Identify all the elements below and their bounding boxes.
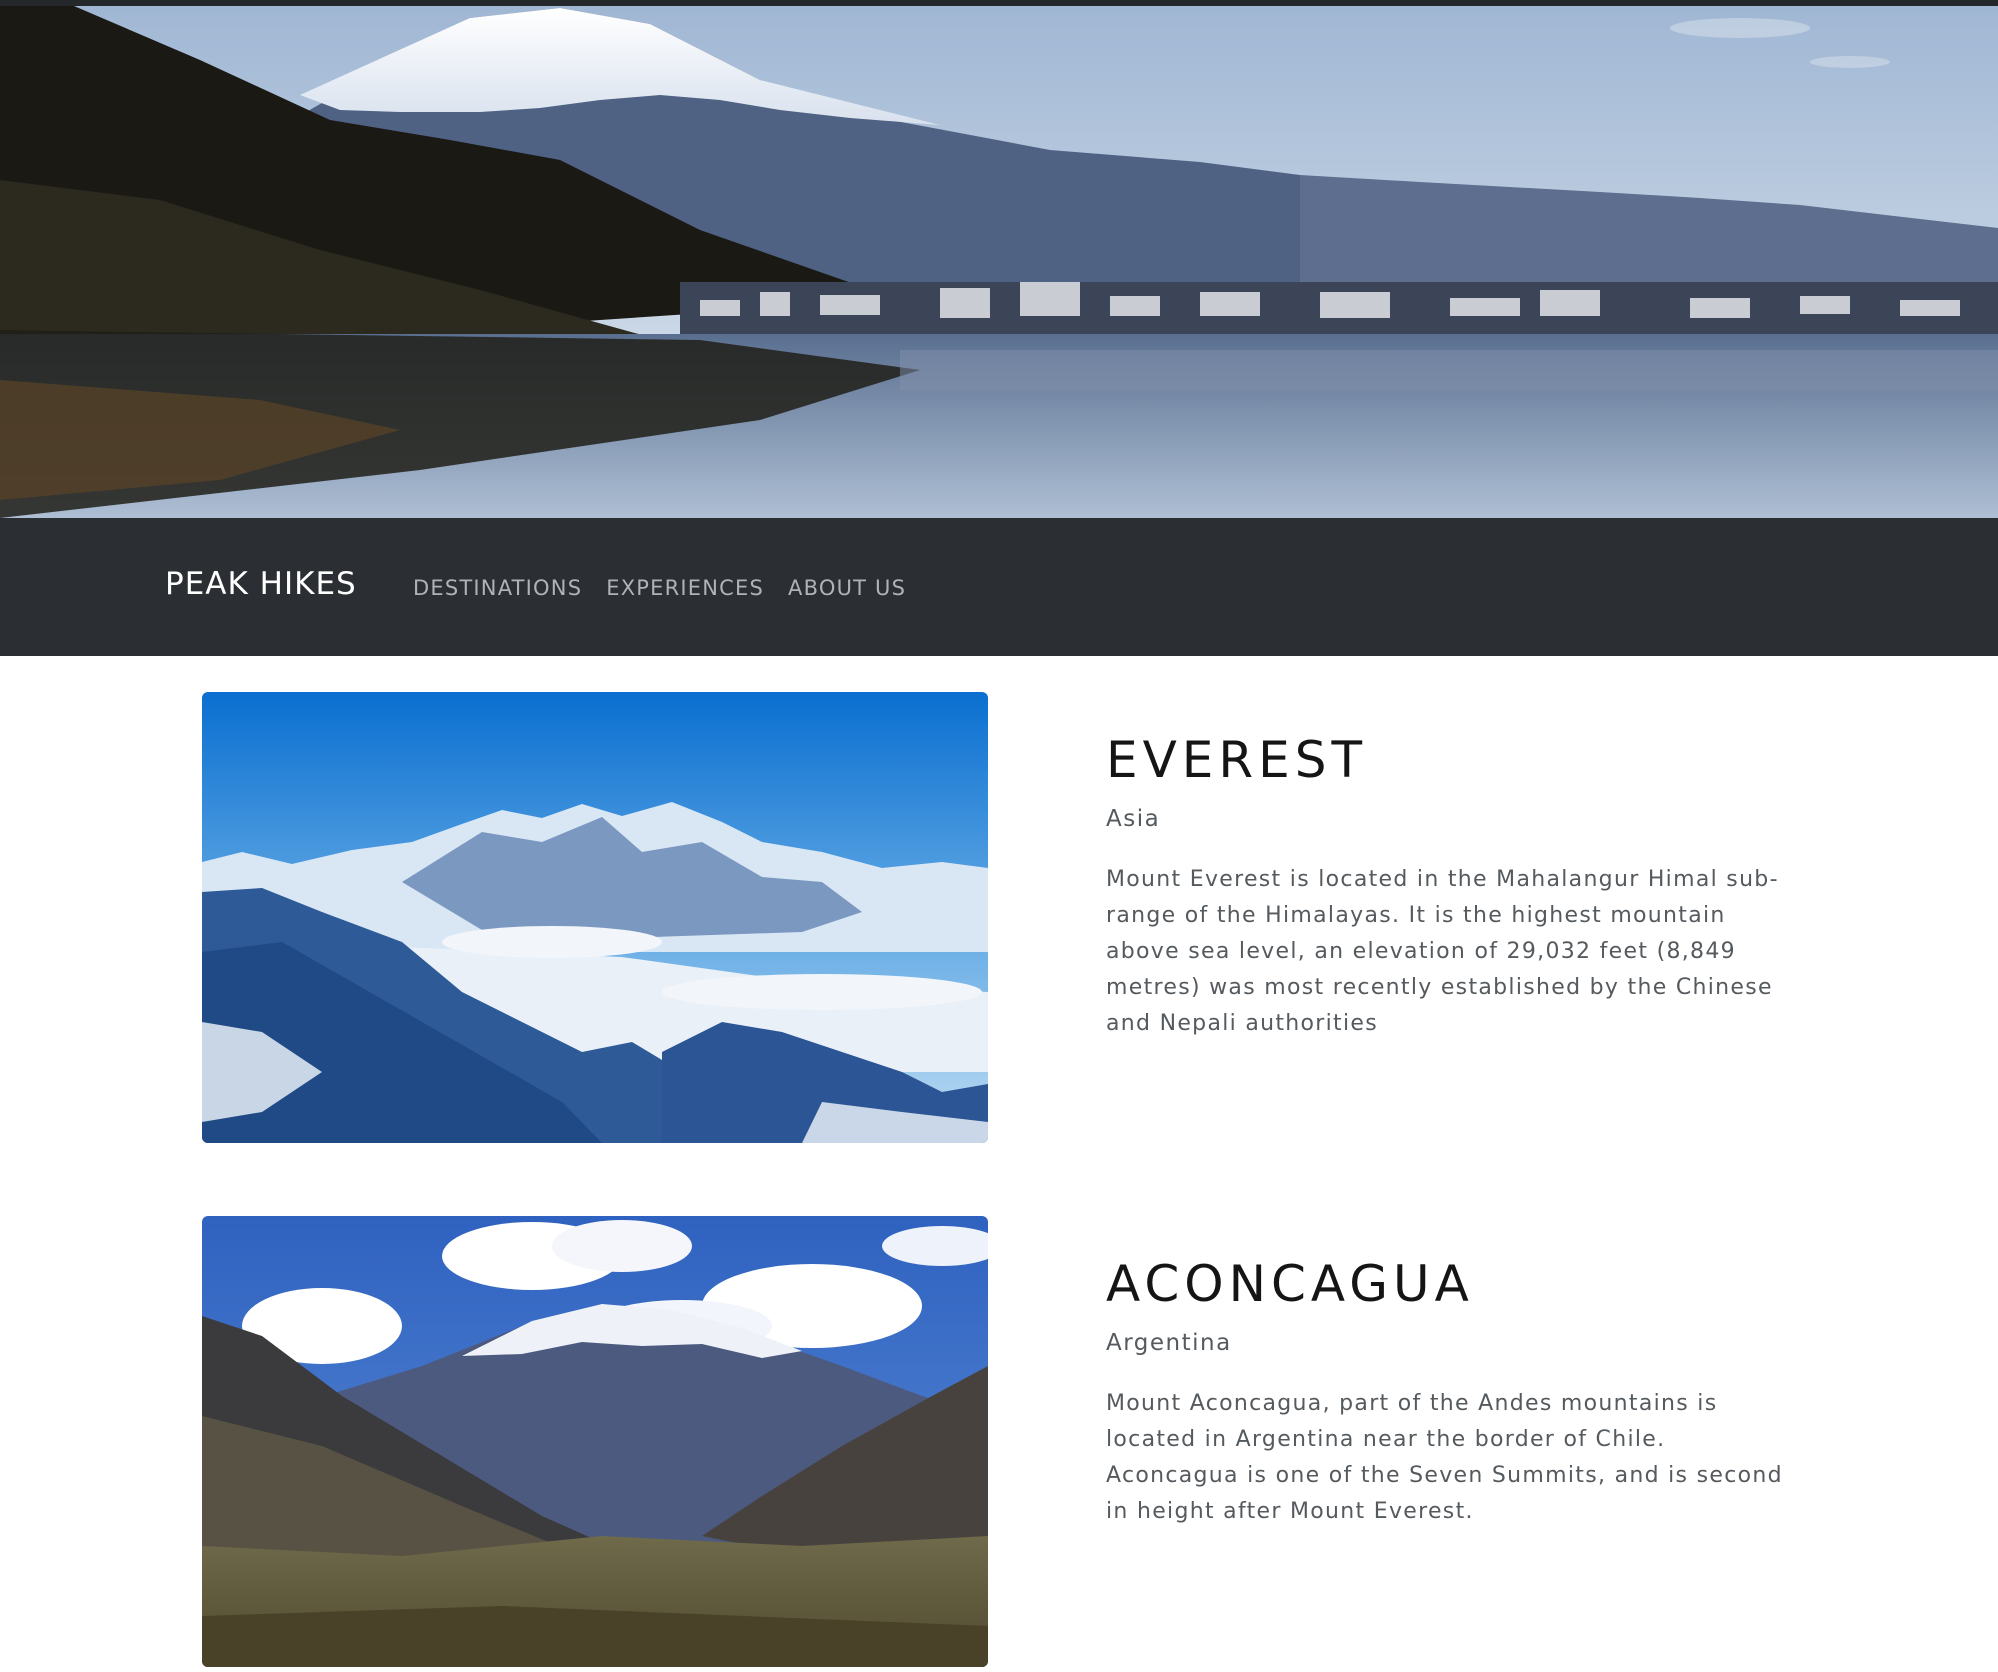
everest-text: EVEREST Asia Mount Everest is located in… [1106,730,1806,1042]
nav-links: DESTINATIONS EXPERIENCES ABOUT US [413,574,906,602]
navbar: PEAK HIKES DESTINATIONS EXPERIENCES ABOU… [0,518,1998,656]
nav-link-experiences[interactable]: EXPERIENCES [606,574,764,602]
destination-region: Asia [1106,806,1161,832]
page: PEAK HIKES DESTINATIONS EXPERIENCES ABOU… [0,0,1998,1672]
nav-link-about-us[interactable]: ABOUT US [788,574,906,602]
destination-title: ACONCAGUA [1106,1255,1474,1313]
everest-photo [202,692,988,1143]
destination-title: EVEREST [1106,731,1368,789]
destination-description: Mount Everest is located in the Mahalang… [1106,867,1779,1036]
destination-description: Mount Aconcagua, part of the Andes mount… [1106,1391,1783,1524]
aconcagua-photo [202,1216,988,1667]
aconcagua-text: ACONCAGUA Argentina Mount Aconcagua, par… [1106,1254,1806,1530]
nav-link-destinations[interactable]: DESTINATIONS [413,574,582,602]
destination-region: Argentina [1106,1330,1232,1356]
aconcagua-image [202,1216,988,1667]
hero-image [0,0,1998,518]
everest-image [202,692,988,1143]
hero-landscape [0,0,1998,518]
brand-link[interactable]: PEAK HIKES [165,564,357,604]
